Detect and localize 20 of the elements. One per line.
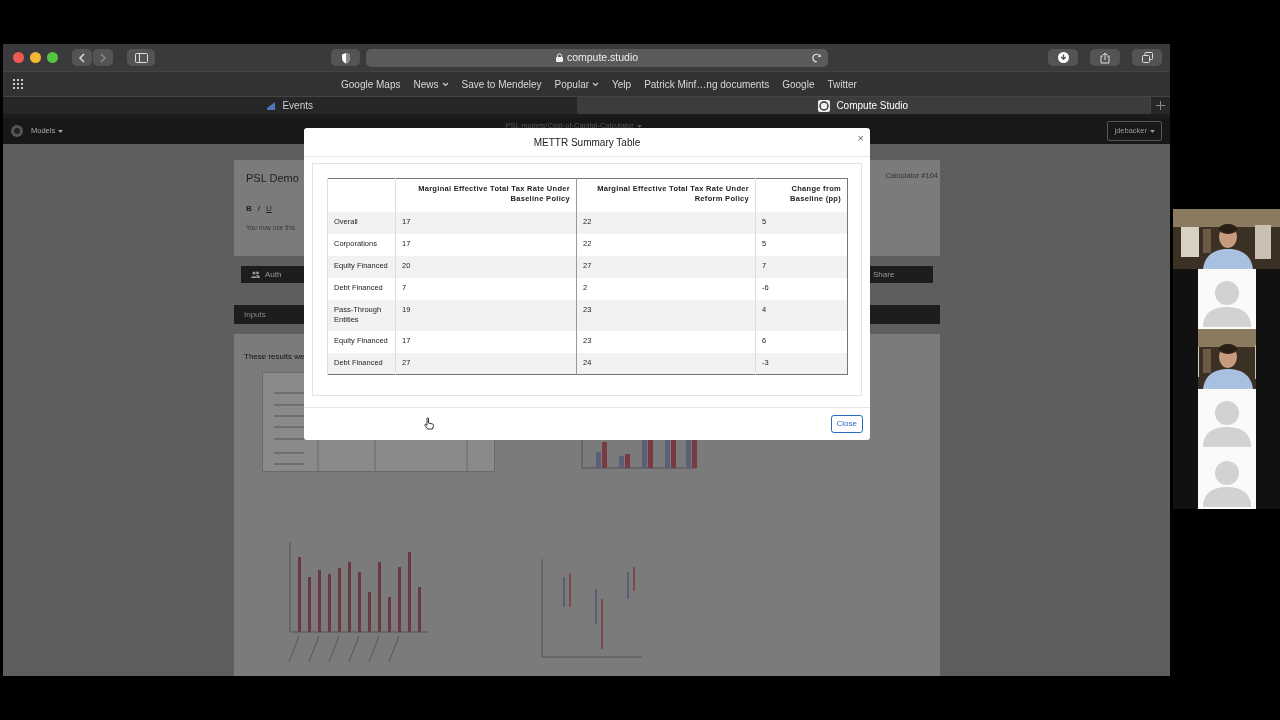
bookmark-link[interactable]: Twitter (827, 76, 857, 92)
modal-title: METTR Summary Table (533, 135, 641, 150)
browser-tab[interactable]: Compute Studio (576, 97, 1150, 114)
close-button[interactable]: Close (830, 415, 863, 433)
bookmark-menu[interactable]: Popular (554, 76, 600, 92)
format-button[interactable]: U (266, 202, 272, 215)
format-button[interactable]: B (246, 202, 252, 215)
browser-tab[interactable]: Events (3, 97, 577, 114)
bookmark-link[interactable]: Yelp (612, 76, 632, 92)
url-text: compute.studio (566, 49, 639, 65)
bookmark-link[interactable]: Patrick Minf…ng documents (644, 76, 770, 92)
bookmark-link[interactable]: Google Maps (341, 76, 401, 92)
address-bar[interactable]: compute.studio (366, 48, 828, 67)
bookmark-link[interactable]: Save to Mendeley (461, 76, 542, 92)
close-button[interactable]: × (857, 133, 864, 144)
format-button[interactable]: I (257, 202, 260, 215)
bookmark-link[interactable]: Google (782, 76, 815, 92)
bookmark-menu[interactable]: News (413, 76, 449, 92)
simulation-title: PSL Demo (246, 171, 299, 186)
results-note: These results we (244, 351, 305, 363)
